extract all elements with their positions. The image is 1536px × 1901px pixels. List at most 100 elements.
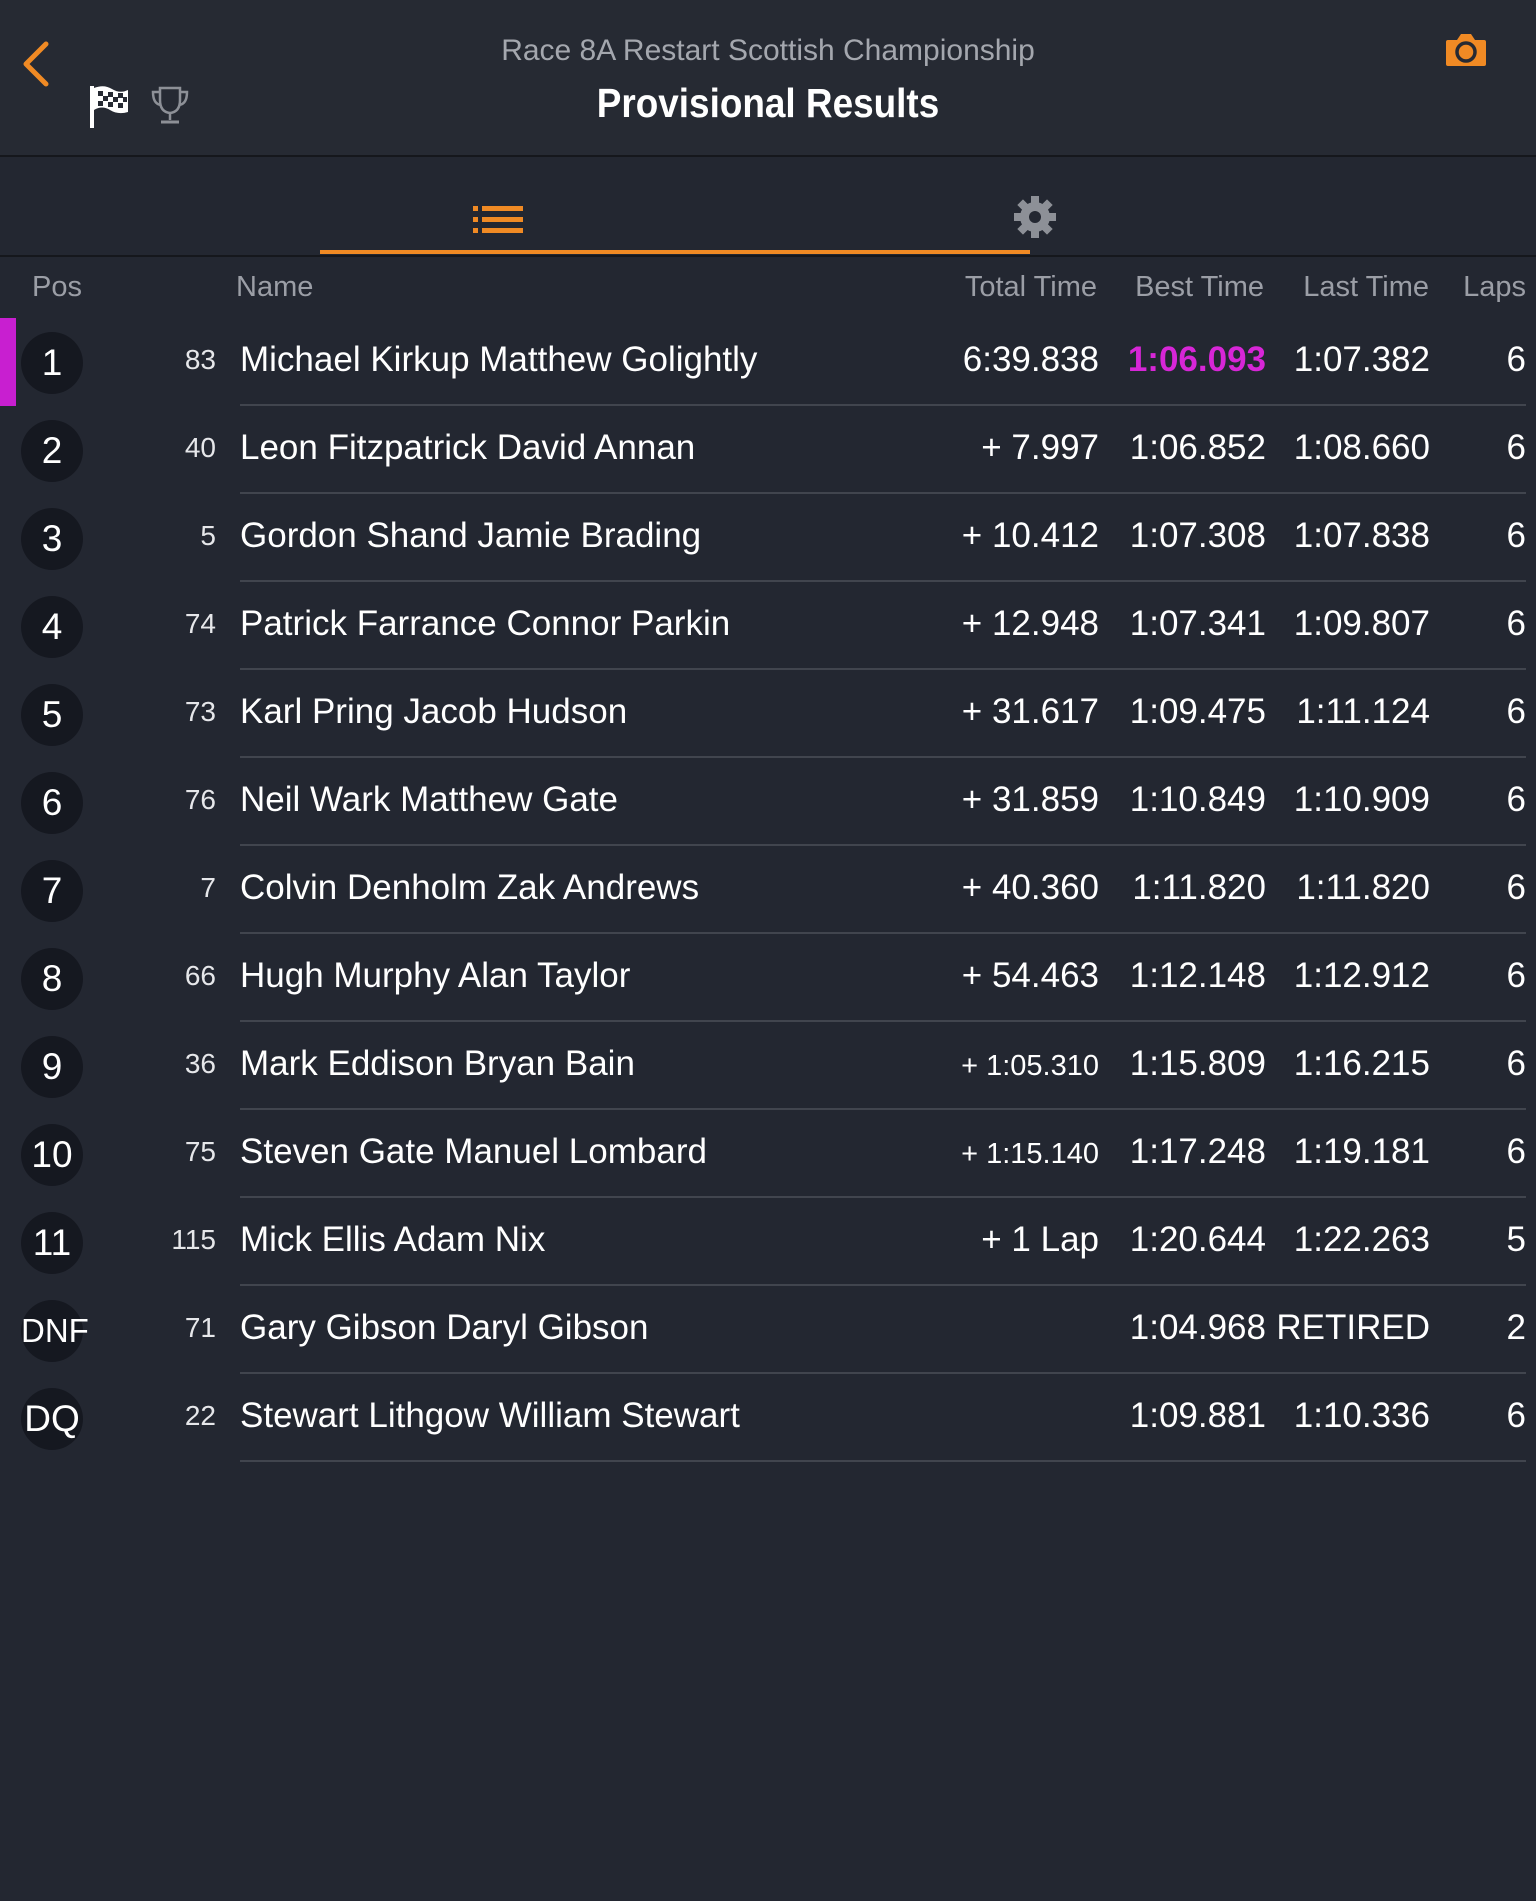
position-badge: 1 bbox=[21, 332, 83, 394]
result-row[interactable]: 2 40 Leon Fitzpatrick David Annan + 7.997 1:… bbox=[0, 406, 1536, 494]
last-time: 1:11.820 bbox=[1296, 868, 1430, 907]
header-name[interactable]: Name bbox=[236, 271, 313, 304]
car-number: 7 bbox=[200, 872, 216, 903]
total-time: + 1:15.140 bbox=[961, 1138, 1099, 1170]
position-badge: DNF bbox=[21, 1300, 89, 1362]
car-number: 40 bbox=[184, 432, 216, 463]
total-time: 6:39.838 bbox=[962, 340, 1099, 379]
header-laps[interactable]: Laps bbox=[1463, 271, 1526, 304]
header-pos[interactable]: Pos bbox=[32, 271, 82, 304]
position-badge: 5 bbox=[21, 684, 83, 746]
total-time: + 10.412 bbox=[961, 516, 1099, 555]
result-row[interactable]: 11 115 Mick Ellis Adam Nix + 1 Lap 1:20.644 1… bbox=[0, 1198, 1536, 1286]
last-time: 1:09.807 bbox=[1293, 604, 1430, 643]
result-row[interactable]: 7 7 Colvin Denholm Zak Andrews + 40.360 1:11… bbox=[0, 846, 1536, 934]
tab-results-list[interactable] bbox=[320, 157, 1030, 255]
result-row[interactable]: 5 73 Karl Pring Jacob Hudson + 31.617 1:09.4… bbox=[0, 670, 1536, 758]
driver-names: Hugh Murphy Alan Taylor bbox=[240, 956, 631, 995]
lap-count: 6 bbox=[1506, 780, 1526, 819]
total-time: + 31.617 bbox=[961, 692, 1099, 731]
lap-count: 6 bbox=[1506, 692, 1526, 731]
position-badge: 8 bbox=[21, 948, 83, 1010]
car-number: 66 bbox=[184, 960, 216, 991]
race-subtitle: Race 8A Restart Scottish Championship bbox=[501, 34, 1035, 67]
car-number: 76 bbox=[184, 784, 216, 815]
driver-names: Stewart Lithgow William Stewart bbox=[240, 1396, 740, 1435]
best-time: 1:06.093 bbox=[1127, 340, 1266, 379]
result-row[interactable]: 6 76 Neil Wark Matthew Gate + 31.859 1:10.84… bbox=[0, 758, 1536, 846]
last-time: 1:11.124 bbox=[1296, 692, 1430, 731]
column-headers: Pos Name Total Time Best Time Last Time … bbox=[0, 256, 1536, 318]
gear-icon[interactable] bbox=[1013, 195, 1057, 244]
best-time: 1:15.809 bbox=[1129, 1044, 1266, 1083]
result-row[interactable]: 8 66 Hugh Murphy Alan Taylor + 54.463 1:12.1… bbox=[0, 934, 1536, 1022]
best-time: 1:06.852 bbox=[1129, 428, 1266, 467]
driver-names: Colvin Denholm Zak Andrews bbox=[240, 868, 700, 907]
car-number: 36 bbox=[184, 1048, 216, 1079]
best-time: 1:12.148 bbox=[1129, 956, 1266, 995]
result-row[interactable]: 4 74 Patrick Farrance Connor Parkin + 12.94… bbox=[0, 582, 1536, 670]
driver-names: Michael Kirkup Matthew Golightly bbox=[240, 340, 758, 379]
result-row[interactable]: 1 83 Michael Kirkup Matthew Golightly 6:39.… bbox=[0, 318, 1536, 406]
lap-count: 5 bbox=[1506, 1220, 1526, 1259]
position-badge: 11 bbox=[21, 1212, 83, 1274]
best-time: 1:11.820 bbox=[1132, 868, 1266, 907]
lap-count: 6 bbox=[1506, 868, 1526, 907]
lap-count: 6 bbox=[1506, 1044, 1526, 1083]
position-badge: 3 bbox=[21, 508, 83, 570]
total-time: + 31.859 bbox=[961, 780, 1099, 819]
best-time: 1:09.881 bbox=[1129, 1396, 1266, 1435]
position-badge: DQ bbox=[21, 1388, 83, 1450]
car-number: 73 bbox=[184, 696, 216, 727]
best-time: 1:07.308 bbox=[1129, 516, 1266, 555]
last-time: 1:10.336 bbox=[1293, 1396, 1430, 1435]
driver-names: Mick Ellis Adam Nix bbox=[240, 1220, 546, 1259]
driver-names: Gary Gibson Daryl Gibson bbox=[240, 1308, 649, 1347]
header-last-time[interactable]: Last Time bbox=[1303, 271, 1429, 304]
best-time: 1:10.849 bbox=[1129, 780, 1266, 819]
driver-names: Gordon Shand Jamie Brading bbox=[240, 516, 702, 555]
total-time: + 40.360 bbox=[961, 868, 1099, 907]
lap-count: 6 bbox=[1506, 428, 1526, 467]
active-tab-indicator bbox=[320, 250, 1030, 254]
car-number: 5 bbox=[200, 520, 216, 551]
result-row[interactable]: DNF 71 Gary Gibson Daryl Gibson 1:04.968 RET… bbox=[0, 1286, 1536, 1374]
camera-button[interactable] bbox=[1444, 30, 1488, 75]
camera-icon bbox=[1446, 34, 1486, 66]
lap-count: 6 bbox=[1506, 956, 1526, 995]
tab-bar bbox=[0, 157, 1536, 257]
header-best-time[interactable]: Best Time bbox=[1135, 271, 1264, 304]
lap-count: 6 bbox=[1506, 604, 1526, 643]
best-time: 1:09.475 bbox=[1129, 692, 1266, 731]
driver-names: Neil Wark Matthew Gate bbox=[240, 780, 618, 819]
last-time: 1:07.382 bbox=[1293, 340, 1430, 379]
last-time: 1:22.263 bbox=[1293, 1220, 1430, 1259]
result-row[interactable]: 10 75 Steven Gate Manuel Lombard + 1:15.140… bbox=[0, 1110, 1536, 1198]
best-time: 1:04.968 bbox=[1129, 1308, 1266, 1347]
list-icon[interactable] bbox=[473, 205, 523, 240]
car-number: 74 bbox=[184, 608, 216, 639]
total-time: + 1 Lap bbox=[981, 1220, 1099, 1259]
total-time: + 54.463 bbox=[961, 956, 1099, 995]
position-badge: 4 bbox=[21, 596, 83, 658]
best-time: 1:20.644 bbox=[1129, 1220, 1266, 1259]
result-row[interactable]: 9 36 Mark Eddison Bryan Bain + 1:05.310 1:15… bbox=[0, 1022, 1536, 1110]
best-time: 1:07.341 bbox=[1129, 604, 1266, 643]
result-row[interactable]: 3 5 Gordon Shand Jamie Brading + 10.412 1:07… bbox=[0, 494, 1536, 582]
driver-names: Leon Fitzpatrick David Annan bbox=[240, 428, 696, 467]
lap-count: 6 bbox=[1506, 340, 1526, 379]
last-time: RETIRED bbox=[1276, 1308, 1430, 1347]
lap-count: 6 bbox=[1506, 1132, 1526, 1171]
car-number: 115 bbox=[171, 1224, 216, 1255]
result-row[interactable]: DQ 22 Stewart Lithgow William Stewart 1:09.… bbox=[0, 1374, 1536, 1462]
car-number: 71 bbox=[184, 1312, 216, 1343]
driver-names: Patrick Farrance Connor Parkin bbox=[240, 604, 731, 643]
last-time: 1:07.838 bbox=[1293, 516, 1430, 555]
car-number: 75 bbox=[184, 1136, 216, 1167]
last-time: 1:16.215 bbox=[1293, 1044, 1430, 1083]
position-badge: 2 bbox=[21, 420, 83, 482]
total-time: + 1:05.310 bbox=[961, 1050, 1099, 1082]
last-time: 1:08.660 bbox=[1293, 428, 1430, 467]
top-bar: Race 8A Restart Scottish Championship Pr… bbox=[0, 0, 1536, 157]
header-total-time[interactable]: Total Time bbox=[965, 271, 1097, 304]
